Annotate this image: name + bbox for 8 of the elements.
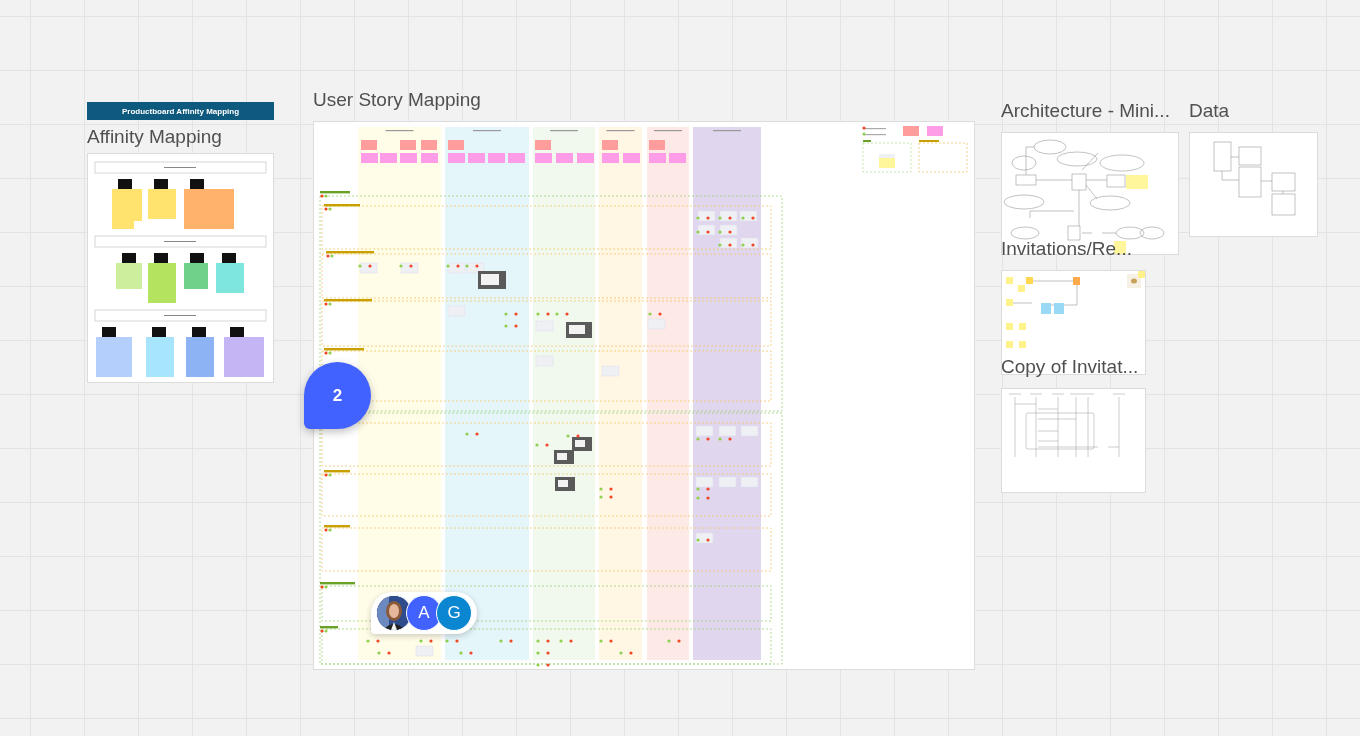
frame-title[interactable]: Copy of Invitat... [1001,356,1139,378]
avatar[interactable]: G [436,595,472,631]
frame-banner: Productboard Affinity Mapping [87,102,274,120]
frame-title[interactable]: Architecture - Mini... [1001,100,1170,122]
collaborator-group[interactable]: A G [371,592,477,634]
frame-title[interactable]: Data [1189,100,1230,122]
frame-title[interactable]: Affinity Mapping [87,126,222,148]
frame-title[interactable]: User Story Mapping [313,89,481,111]
